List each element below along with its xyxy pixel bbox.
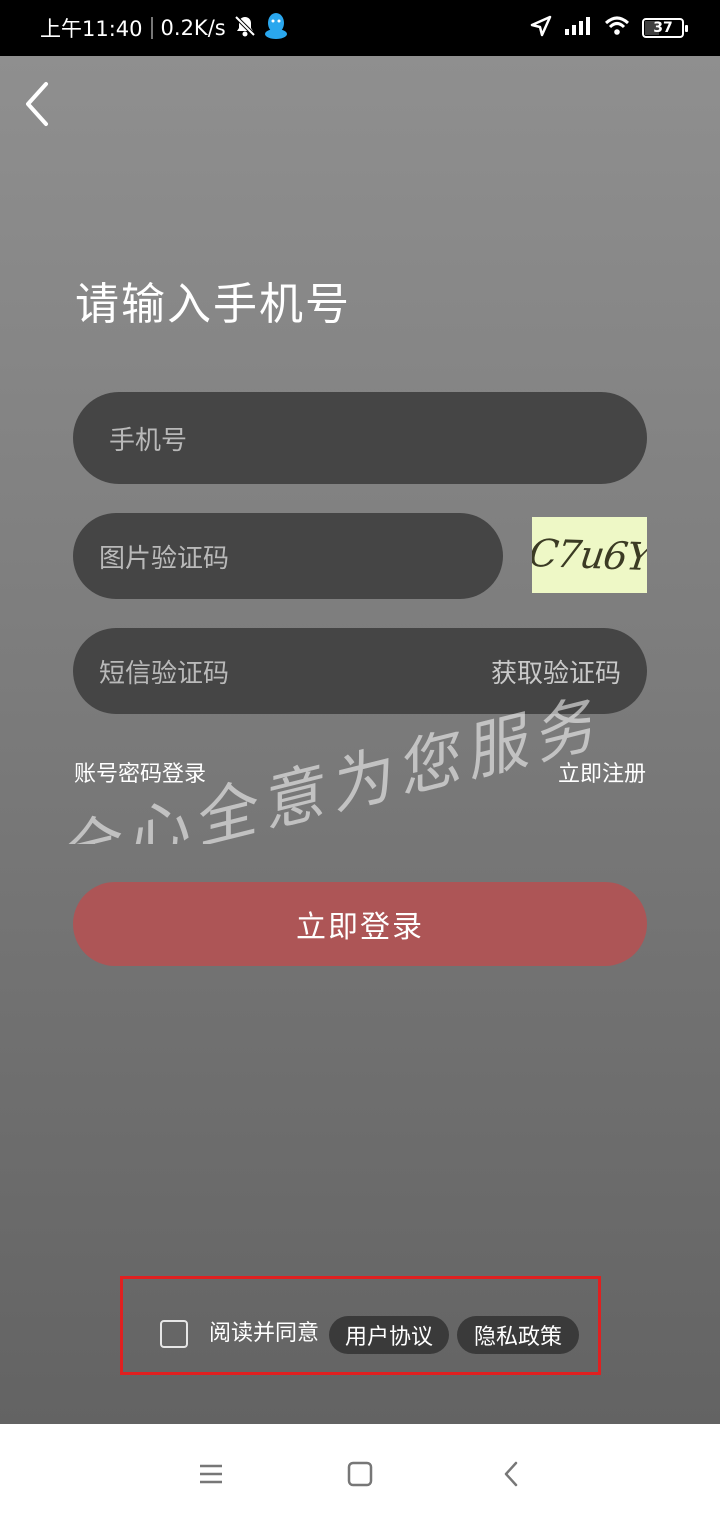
status-separator bbox=[150, 17, 153, 39]
status-net-speed: 0.2K/s bbox=[160, 16, 226, 40]
register-link[interactable]: 立即注册 bbox=[558, 756, 646, 788]
captcha-image[interactable]: C7u6Y bbox=[532, 517, 647, 593]
captcha-placeholder: 图片验证码 bbox=[99, 543, 230, 574]
chevron-left-icon bbox=[26, 82, 48, 126]
location-icon bbox=[530, 15, 552, 41]
signal-icon bbox=[564, 16, 592, 40]
qq-icon bbox=[264, 12, 288, 45]
phone-input[interactable]: 手机号 bbox=[73, 392, 647, 484]
status-bar: 上午11:40 0.2K/s 37 bbox=[0, 0, 720, 56]
home-button[interactable] bbox=[340, 1454, 380, 1494]
wifi-icon bbox=[604, 16, 630, 40]
phone-placeholder: 手机号 bbox=[109, 425, 188, 456]
navigation-bar bbox=[0, 1424, 720, 1520]
battery-level: 37 bbox=[653, 20, 673, 36]
watermark: 全心全意为您服务 bbox=[30, 644, 610, 892]
captcha-image-text: C7u6Y bbox=[532, 530, 647, 580]
agreement-checkbox[interactable] bbox=[160, 1320, 188, 1348]
password-login-link[interactable]: 账号密码登录 bbox=[74, 756, 206, 788]
captcha-input[interactable]: 图片验证码 bbox=[73, 513, 503, 599]
privacy-policy-link[interactable]: 隐私政策 bbox=[457, 1316, 579, 1354]
back-button[interactable] bbox=[18, 76, 62, 132]
status-right: 37 bbox=[530, 0, 688, 56]
menu-button[interactable] bbox=[191, 1454, 231, 1494]
status-time: 上午11:40 bbox=[40, 17, 143, 41]
battery-icon: 37 bbox=[642, 18, 688, 38]
login-screen: 请输入手机号 手机号 图片验证码 C7u6Y 短信验证码 获取验证码 全心全意为… bbox=[0, 56, 720, 1424]
nav-back-button[interactable] bbox=[491, 1454, 531, 1494]
agreement-highlight: 阅读并同意 用户协议 隐私政策 bbox=[120, 1276, 601, 1375]
page-title: 请输入手机号 bbox=[75, 279, 351, 330]
bell-muted-icon bbox=[234, 14, 256, 43]
agreement-text: 阅读并同意 bbox=[209, 1321, 320, 1346]
home-square-icon bbox=[347, 1461, 373, 1487]
menu-icon bbox=[200, 1464, 222, 1484]
chevron-left-icon bbox=[504, 1461, 518, 1487]
user-agreement-link[interactable]: 用户协议 bbox=[329, 1316, 449, 1354]
login-button[interactable]: 立即登录 bbox=[73, 882, 647, 966]
status-left: 上午11:40 0.2K/s bbox=[40, 0, 288, 56]
